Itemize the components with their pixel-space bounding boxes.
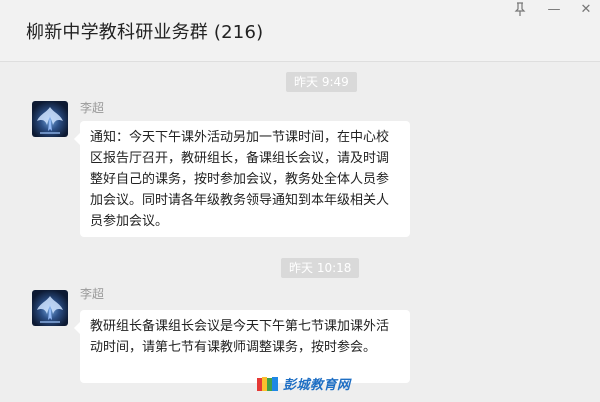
phoenix-avatar-icon (37, 107, 63, 134)
message-timestamp: 昨天 9:49 (286, 72, 357, 92)
chat-header: 柳新中学教科研业务群 (216) — ✕ (0, 0, 600, 62)
sender-name: 李超 (80, 101, 105, 115)
sender-name: 李超 (80, 287, 105, 301)
group-title: 柳新中学教科研业务群 (216) (26, 22, 264, 43)
avatar[interactable] (32, 290, 68, 326)
message-bubble[interactable]: 通知：今天下午课外活动另加一节课时间，在中心校区报告厅召开，教研组长，备课组长会… (74, 121, 410, 237)
watermark-text: 彭城教育网 (283, 378, 351, 393)
minimize-icon[interactable]: — (546, 2, 562, 18)
avatar[interactable] (32, 101, 68, 137)
message-bubble[interactable]: 教研组长备课组长会议是今天下午第七节课加课外活动时间，请第七节有课教师调整课务，… (74, 310, 410, 383)
watermark: 彭城教育网 (256, 374, 351, 393)
message-timestamp: 昨天 10:18 (281, 258, 360, 278)
book-logo-icon (257, 376, 278, 391)
close-icon[interactable]: ✕ (578, 2, 594, 18)
phoenix-avatar-icon (37, 296, 63, 323)
pin-icon[interactable] (512, 2, 528, 18)
